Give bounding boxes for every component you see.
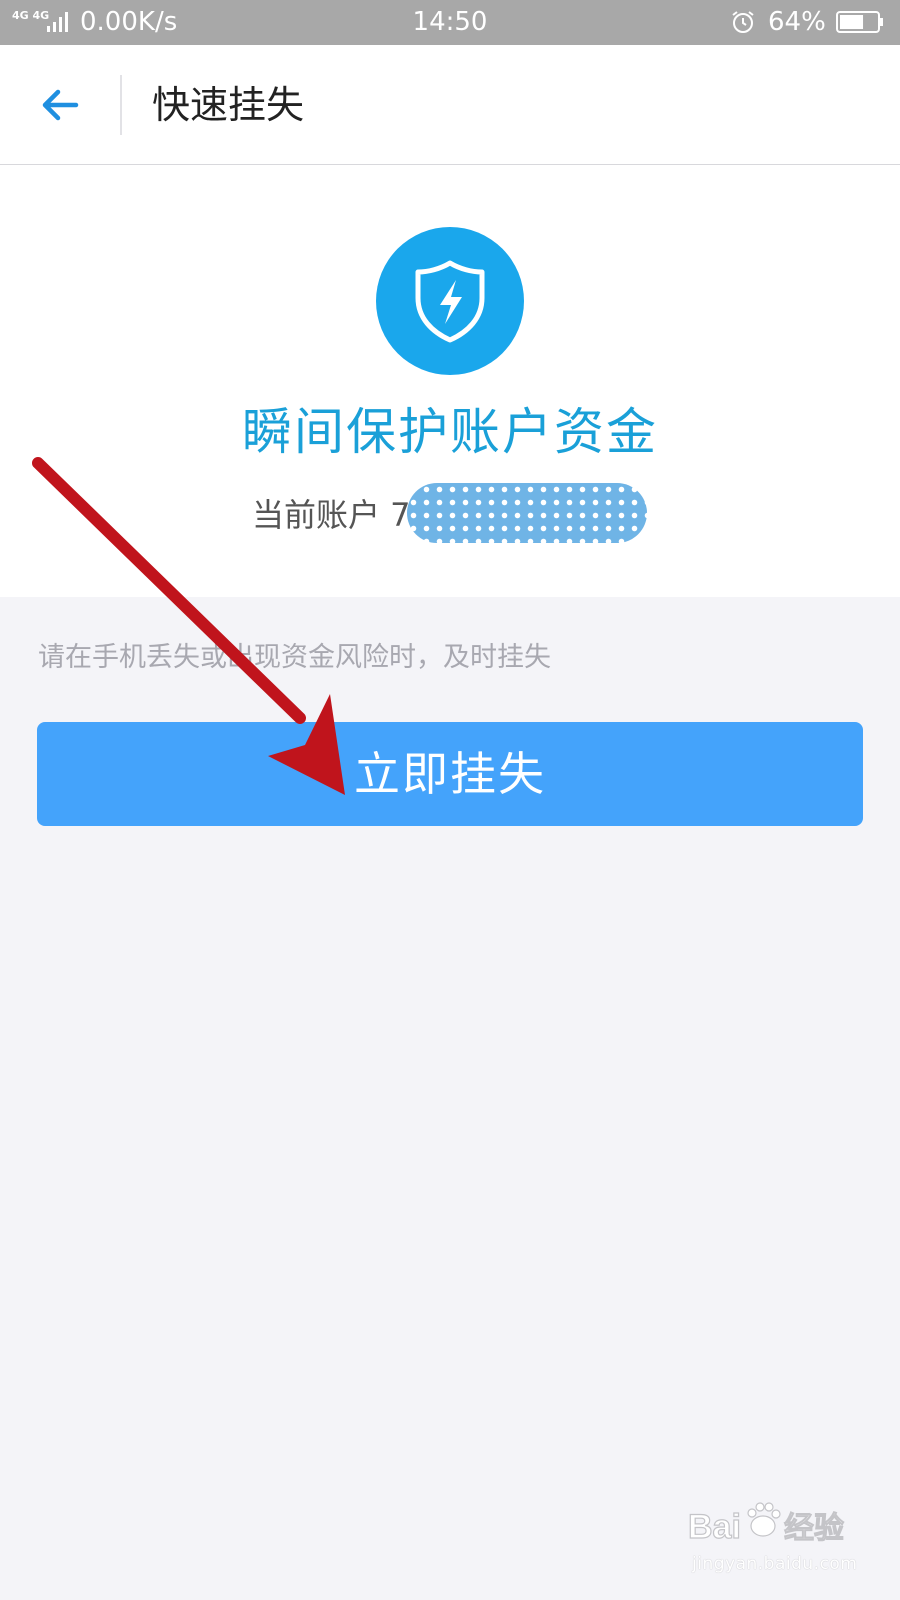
svg-text:Bai: Bai (688, 1508, 741, 1546)
watermark-url: jingyan.baidu.com (692, 1554, 858, 1574)
header-divider (120, 75, 122, 135)
account-label: 当前账户 7 (252, 496, 411, 534)
account-number-redaction (406, 483, 647, 543)
back-button[interactable] (30, 75, 90, 135)
hero-title: 瞬间保护账户资金 (242, 403, 658, 461)
header: 快速挂失 (0, 45, 900, 165)
shield-lightning-icon (415, 260, 485, 343)
battery-icon (836, 11, 883, 33)
page-title: 快速挂失 (152, 83, 305, 127)
baidu-watermark: Bai 经验 jingyan.baidu.com (687, 1494, 868, 1580)
report-loss-button[interactable]: 立即挂失 (37, 722, 863, 826)
alarm-icon (732, 11, 754, 33)
current-account: 当前账户 7 (252, 483, 647, 543)
shield-badge (376, 227, 524, 375)
arrow-left-icon (42, 89, 79, 121)
battery-percentage: 64% (768, 7, 826, 37)
hero-section: 瞬间保护账户资金 当前账户 7 (0, 165, 900, 597)
hint-text: 请在手机丢失或出现资金风险时，及时挂失 (38, 642, 551, 673)
clock: 14:50 (412, 7, 488, 37)
baidu-jingyan-logo: Bai 经验 (687, 1502, 845, 1547)
status-bar: 4G 4G 0.00K/s 14:50 64% (0, 0, 900, 45)
svg-text:经验: 经验 (784, 1511, 844, 1546)
